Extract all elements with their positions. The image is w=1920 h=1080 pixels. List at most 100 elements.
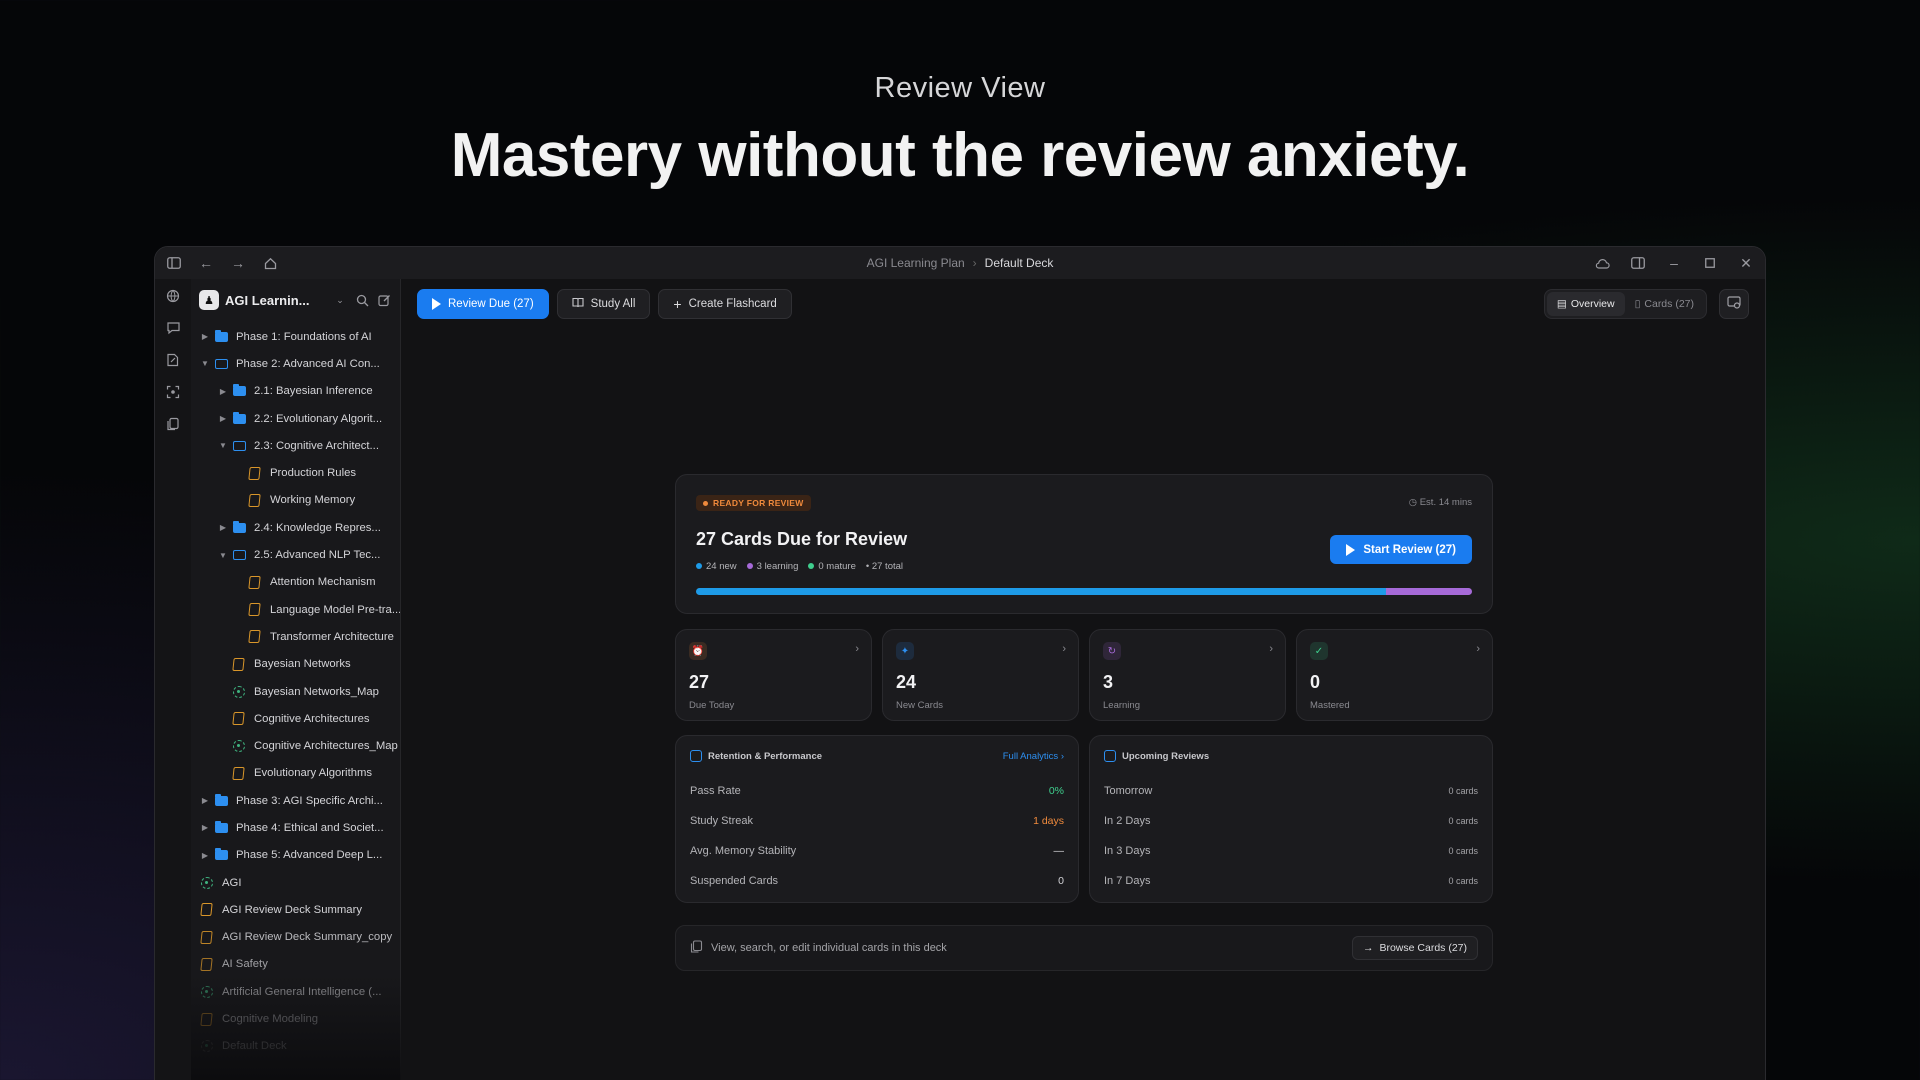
sidebar-item[interactable]: Working Memory: [191, 487, 400, 514]
globe-search-icon[interactable]: [164, 287, 182, 305]
edit-note-icon[interactable]: [164, 351, 182, 369]
sidebar-item[interactable]: Cognitive Architectures_Map: [191, 732, 400, 759]
sidebar-item[interactable]: ▶ Phase 5: Advanced Deep L...: [191, 842, 400, 869]
sidebar-item[interactable]: Evolutionary Algorithms: [191, 760, 400, 787]
view-tabs: ▤ Overview ▯ Cards (27): [1543, 289, 1707, 319]
browse-text: View, search, or edit individual cards i…: [711, 942, 947, 954]
caret-right-icon[interactable]: ▶: [199, 332, 211, 341]
retention-row: Suspended Cards 0: [690, 866, 1064, 896]
stat-new: 24 new: [696, 561, 737, 572]
sidebar-item[interactable]: ▶ 2.1: Bayesian Inference: [191, 378, 400, 405]
caret-down-icon[interactable]: ▼: [199, 359, 211, 368]
breadcrumb-current[interactable]: Default Deck: [985, 256, 1054, 270]
play-icon: [1346, 543, 1356, 556]
row-label: Tomorrow: [1104, 785, 1153, 797]
check-icon: ✓: [1310, 642, 1328, 660]
breadcrumb-parent[interactable]: AGI Learning Plan: [867, 256, 965, 270]
stat-card[interactable]: ⏰ › 27 Due Today: [675, 629, 872, 721]
caret-right-icon[interactable]: ▶: [217, 414, 229, 423]
sidebar-item[interactable]: ▼ 2.5: Advanced NLP Tec...: [191, 541, 400, 568]
minimize-icon[interactable]: –: [1665, 254, 1683, 272]
sidebar-item[interactable]: Production Rules: [191, 459, 400, 486]
sidebar-item[interactable]: Transformer Architecture: [191, 623, 400, 650]
caret-right-icon[interactable]: ▶: [199, 796, 211, 805]
sidebar-item[interactable]: ▶ 2.4: Knowledge Repres...: [191, 514, 400, 541]
stat-label: Mastered: [1310, 700, 1350, 711]
stat-card[interactable]: ✦ › 24 New Cards: [882, 629, 1079, 721]
sidebar-item[interactable]: Cognitive Architectures: [191, 705, 400, 732]
retention-panel: Retention & Performance Full Analytics ›…: [675, 735, 1079, 903]
maximize-icon[interactable]: [1701, 254, 1719, 272]
workspace-name[interactable]: AGI Learnin...: [225, 293, 326, 308]
tab-overview[interactable]: ▤ Overview: [1546, 292, 1625, 316]
caret-right-icon[interactable]: ▶: [199, 823, 211, 832]
row-label: Study Streak: [690, 815, 753, 827]
sidebar-item-label: 2.1: Bayesian Inference: [254, 385, 373, 398]
mindmap-icon: [201, 985, 215, 998]
sidebar-item[interactable]: Cognitive Modeling: [191, 1005, 400, 1032]
sidebar-item-label: AGI: [222, 876, 242, 889]
row-label: Avg. Memory Stability: [690, 845, 797, 857]
sidebar-item[interactable]: ▼ 2.3: Cognitive Architect...: [191, 432, 400, 459]
caret-right-icon[interactable]: ▶: [217, 523, 229, 532]
full-analytics-link[interactable]: Full Analytics ›: [1003, 751, 1064, 762]
split-view-icon[interactable]: [1629, 254, 1647, 272]
sidebar-item[interactable]: ▶ Phase 3: AGI Specific Archi...: [191, 787, 400, 814]
retention-title: Retention & Performance: [708, 750, 823, 762]
caret-down-icon[interactable]: ▼: [217, 441, 229, 450]
sidebar-item[interactable]: Artificial General Intelligence (...: [191, 978, 400, 1005]
deck-settings-button[interactable]: [1719, 289, 1749, 319]
caret-down-icon[interactable]: ▼: [217, 551, 229, 560]
sidebar-item[interactable]: AGI: [191, 869, 400, 896]
chevron-right-icon: ›: [1269, 643, 1273, 655]
sidebar-item[interactable]: AGI Review Deck Summary_copy: [191, 924, 400, 951]
sidebar-item[interactable]: AGI Review Deck Summary: [191, 896, 400, 923]
workspace-avatar[interactable]: ♟: [199, 290, 219, 310]
stat-card[interactable]: ↻ › 3 Learning: [1089, 629, 1286, 721]
progress-learning-segment: [1385, 588, 1472, 595]
focus-icon[interactable]: [164, 383, 182, 401]
chat-icon[interactable]: [164, 319, 182, 337]
sidebar-item[interactable]: ▼ Phase 2: Advanced AI Con...: [191, 350, 400, 377]
sidebar-item[interactable]: AI Safety: [191, 951, 400, 978]
note-icon: [200, 930, 215, 944]
stat-card[interactable]: ✓ › 0 Mastered: [1296, 629, 1493, 721]
sidebar-item[interactable]: Bayesian Networks: [191, 651, 400, 678]
caret-right-icon[interactable]: ▶: [217, 387, 229, 396]
caret-right-icon[interactable]: ▶: [199, 851, 211, 860]
review-due-label: Review Due (27): [448, 298, 534, 310]
create-flashcard-button[interactable]: + Create Flashcard: [658, 289, 792, 319]
review-due-button[interactable]: Review Due (27): [417, 289, 549, 319]
cloud-sync-icon[interactable]: [1593, 254, 1611, 272]
sidebar-toggle-icon[interactable]: [165, 254, 183, 272]
cards-icon[interactable]: [164, 415, 182, 433]
chevron-down-icon[interactable]: ⌄: [332, 291, 348, 309]
start-review-button[interactable]: Start Review (27): [1330, 535, 1472, 564]
note-icon: [232, 712, 247, 726]
sidebar-item[interactable]: ▶ Phase 1: Foundations of AI: [191, 323, 400, 350]
time-estimate-label: Est. 14 mins: [1419, 497, 1472, 508]
sidebar-item[interactable]: Language Model Pre-tra...: [191, 596, 400, 623]
row-value: 0: [1058, 875, 1064, 887]
row-value: 0 cards: [1448, 816, 1478, 826]
stat-label: New Cards: [896, 700, 943, 711]
sidebar-item[interactable]: Bayesian Networks_Map: [191, 678, 400, 705]
home-icon[interactable]: [261, 254, 279, 272]
sidebar-item-label: Cognitive Architectures_Map: [254, 740, 398, 753]
browse-cards-button[interactable]: → Browse Cards (27): [1351, 936, 1478, 960]
sidebar-item-label: Working Memory: [270, 494, 356, 507]
sidebar-item[interactable]: Attention Mechanism: [191, 569, 400, 596]
sidebar-item-label: Phase 3: AGI Specific Archi...: [236, 794, 383, 807]
tab-cards[interactable]: ▯ Cards (27): [1625, 292, 1704, 316]
study-all-button[interactable]: Study All: [556, 289, 651, 319]
search-icon[interactable]: [354, 291, 370, 309]
browse-cards-label: Browse Cards (27): [1379, 942, 1467, 954]
sidebar-item[interactable]: ▶ Phase 4: Ethical and Societ...: [191, 814, 400, 841]
forward-arrow-icon[interactable]: →: [229, 254, 247, 272]
close-icon[interactable]: ✕: [1737, 254, 1755, 272]
back-arrow-icon[interactable]: ←: [197, 254, 215, 272]
new-note-icon[interactable]: [376, 291, 392, 309]
sidebar-item[interactable]: Default Deck: [191, 1033, 400, 1060]
review-summary-card: READY FOR REVIEW ◷ Est. 14 mins 27 Cards…: [675, 474, 1493, 614]
sidebar-item[interactable]: ▶ 2.2: Evolutionary Algorit...: [191, 405, 400, 432]
